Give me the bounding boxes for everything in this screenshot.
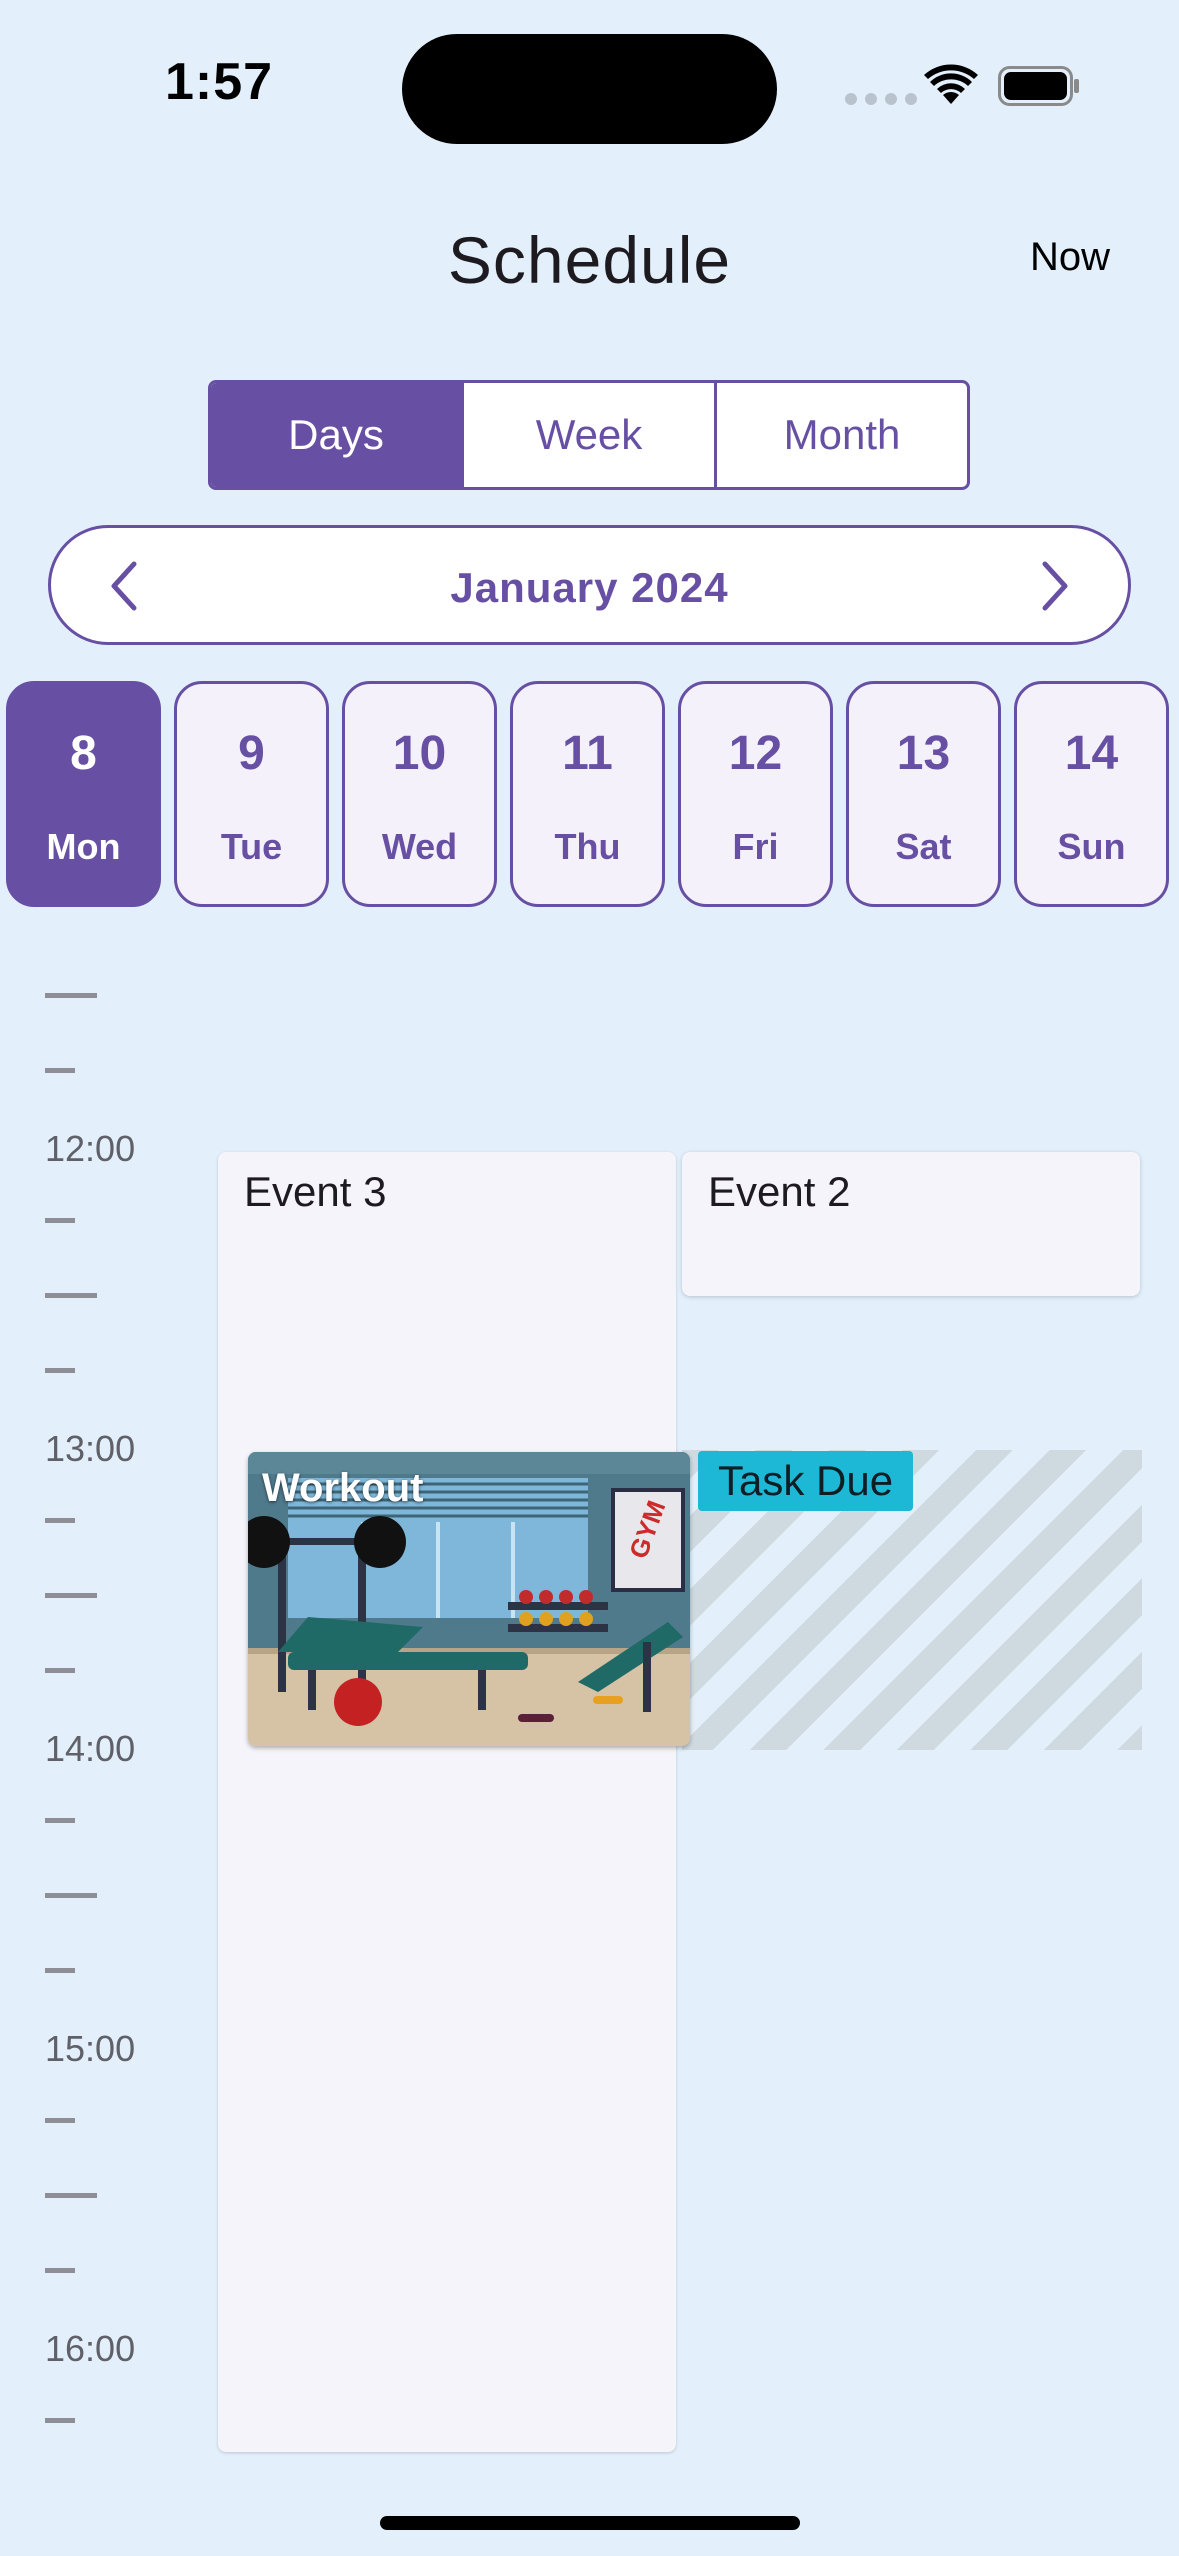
timeline-tick <box>45 1068 75 1073</box>
day-number: 11 <box>562 727 613 780</box>
timeline-tick <box>45 1668 75 1673</box>
now-button[interactable]: Now <box>1030 235 1140 280</box>
day-name: Fri <box>732 826 779 867</box>
timeline-tick <box>45 2193 97 2198</box>
month-navigator: January 2024 <box>48 525 1131 645</box>
month-label: January 2024 <box>450 564 729 611</box>
page-title: Schedule <box>447 223 732 297</box>
day-chip-fri[interactable]: 12 Fri <box>678 681 833 907</box>
day-number: 9 <box>238 727 265 780</box>
home-indicator[interactable] <box>380 2516 800 2530</box>
day-name: Mon <box>46 826 121 867</box>
timeline-tick <box>45 1968 75 1973</box>
day-number: 8 <box>70 727 97 780</box>
event-card-event-3[interactable]: Event 3 <box>218 1152 676 2452</box>
timeline-tick <box>45 1368 75 1373</box>
day-number: 13 <box>896 727 951 780</box>
event-title: Event 3 <box>244 1168 387 1215</box>
segment-month[interactable]: Month <box>717 383 967 487</box>
hour-label: 14:00 <box>45 1728 136 1769</box>
day-strip: 8 Mon 9 Tue 10 Wed 11 Thu 12 Fri 13 Sat … <box>6 681 1176 907</box>
timeline-tick <box>45 993 97 998</box>
timeline-tick <box>45 1893 97 1898</box>
event-title: Workout <box>262 1466 424 1510</box>
timeline-tick <box>45 2118 75 2123</box>
day-name: Sun <box>1057 826 1126 867</box>
timeline-tick <box>45 1818 75 1823</box>
timeline-tick <box>45 2268 75 2273</box>
hour-label: 16:00 <box>45 2328 136 2369</box>
event-card-event-2[interactable]: Event 2 <box>682 1152 1140 1296</box>
day-name: Sat <box>895 826 952 867</box>
cellular-signal-icon <box>845 93 917 105</box>
day-chip-mon[interactable]: 8 Mon <box>6 681 161 907</box>
wifi-icon <box>924 64 978 104</box>
timeline-tick <box>45 1293 97 1298</box>
task-due-badge[interactable]: Task Due <box>698 1451 914 1511</box>
day-name: Tue <box>220 826 283 867</box>
segment-days[interactable]: Days <box>211 383 464 487</box>
day-name: Wed <box>381 826 458 867</box>
chevron-right-icon[interactable] <box>1023 556 1083 616</box>
hour-label: 15:00 <box>45 2028 136 2069</box>
timeline-tick <box>45 1593 97 1598</box>
day-name: Thu <box>554 826 621 867</box>
segment-week[interactable]: Week <box>464 383 717 487</box>
hour-label: 13:00 <box>45 1428 136 1469</box>
status-time: 1:57 <box>165 53 274 111</box>
hour-label: 12:00 <box>45 1128 136 1169</box>
battery-icon <box>998 66 1079 106</box>
event-title: Event 2 <box>708 1168 851 1215</box>
day-chip-tue[interactable]: 9 Tue <box>174 681 329 907</box>
day-number: 12 <box>728 727 783 780</box>
timeline-tick <box>45 1518 75 1523</box>
day-chip-thu[interactable]: 11 Thu <box>510 681 665 907</box>
day-number: 10 <box>392 727 447 780</box>
view-segmented-control: Days Week Month <box>208 380 970 490</box>
day-chip-sun[interactable]: 14 Sun <box>1014 681 1169 907</box>
timeline-tick <box>45 1218 75 1223</box>
day-chip-sat[interactable]: 13 Sat <box>846 681 1001 907</box>
event-card-workout[interactable]: GYM Workout <box>248 1452 690 1746</box>
dynamic-island <box>402 34 777 144</box>
day-chip-wed[interactable]: 10 Wed <box>342 681 497 907</box>
day-number: 14 <box>1064 727 1119 780</box>
timeline-tick <box>45 2418 75 2423</box>
